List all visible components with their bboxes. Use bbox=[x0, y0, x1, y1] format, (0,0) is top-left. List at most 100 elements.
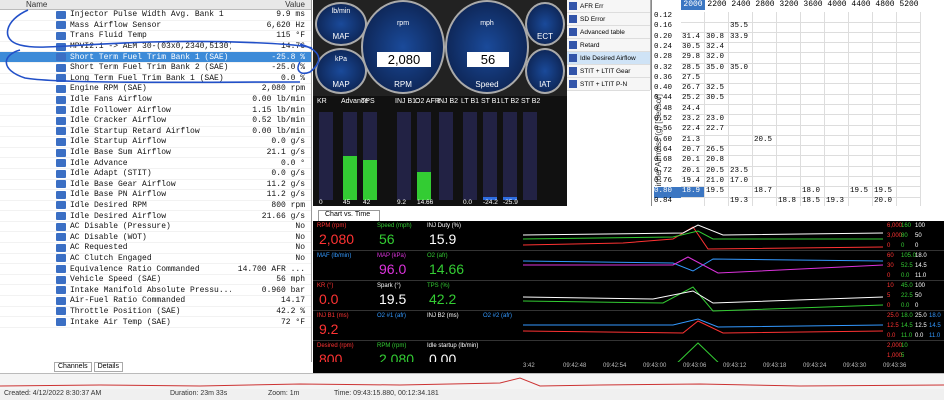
table-cell[interactable] bbox=[705, 197, 729, 206]
table-cell[interactable] bbox=[777, 104, 801, 116]
table-cell[interactable] bbox=[849, 94, 873, 105]
table-cell[interactable] bbox=[849, 84, 873, 95]
table-cell[interactable] bbox=[849, 22, 873, 33]
table-cell[interactable]: 26.5 bbox=[705, 145, 729, 157]
column-header[interactable]: 3600 bbox=[801, 0, 825, 10]
table-cell[interactable] bbox=[777, 156, 801, 167]
column-header[interactable]: 3200 bbox=[777, 0, 801, 10]
table-cell[interactable] bbox=[849, 176, 873, 188]
table-cell[interactable] bbox=[753, 53, 777, 64]
table-cell[interactable] bbox=[777, 145, 801, 157]
menu-item[interactable]: Advanced table bbox=[567, 26, 650, 39]
table-cell[interactable] bbox=[801, 166, 825, 177]
table-cell[interactable] bbox=[849, 135, 873, 147]
table-row[interactable]: Idle Startup Airflow 0.0 g/s bbox=[0, 137, 311, 148]
table-cell[interactable] bbox=[801, 53, 825, 64]
menu-item[interactable]: STIT + LTIT P-N bbox=[567, 78, 650, 91]
table-cell[interactable]: 18.0 bbox=[801, 187, 825, 198]
table-row[interactable]: AC Disable (WOT) No bbox=[0, 232, 311, 244]
table-cell[interactable] bbox=[873, 176, 897, 188]
table-cell[interactable]: 27.5 bbox=[681, 73, 705, 85]
table-cell[interactable]: 19.5 bbox=[849, 187, 873, 198]
table-cell[interactable]: 20.1 bbox=[681, 156, 705, 167]
table-cell[interactable] bbox=[825, 94, 849, 105]
table-cell[interactable] bbox=[753, 22, 777, 33]
table-cell[interactable] bbox=[801, 115, 825, 126]
table-cell[interactable] bbox=[801, 42, 825, 54]
table-cell[interactable] bbox=[897, 197, 921, 206]
table-cell[interactable] bbox=[849, 73, 873, 85]
table-cell[interactable] bbox=[897, 53, 921, 64]
table-cell[interactable] bbox=[897, 156, 921, 167]
table-cell[interactable] bbox=[729, 187, 753, 198]
table-cell[interactable] bbox=[825, 32, 849, 44]
table-cell[interactable] bbox=[705, 73, 729, 85]
table-row[interactable]: Idle Desired RPM 800 rpm bbox=[0, 201, 311, 212]
table-cell[interactable]: 20.5 bbox=[753, 135, 777, 147]
column-header[interactable]: 5200 bbox=[897, 0, 921, 10]
table-cell[interactable] bbox=[873, 166, 897, 177]
tab-channels[interactable]: Channels bbox=[54, 362, 92, 372]
table-cell[interactable] bbox=[873, 42, 897, 54]
column-header[interactable]: 4000 bbox=[825, 0, 849, 10]
table-cell[interactable]: 21.3 bbox=[681, 135, 705, 147]
table-cell[interactable] bbox=[753, 197, 777, 206]
table-row[interactable]: Trans Fluid Temp 115 °F bbox=[0, 31, 311, 42]
table-row[interactable]: Idle Fans Airflow 0.00 lb/min bbox=[0, 95, 311, 106]
column-header[interactable]: 2200 bbox=[705, 0, 729, 10]
menu-item[interactable]: Retard bbox=[567, 39, 650, 52]
table-cell[interactable] bbox=[897, 73, 921, 85]
table-cell[interactable] bbox=[873, 135, 897, 147]
table-row[interactable]: Idle Base Gear Airflow 11.2 g/s bbox=[0, 180, 311, 191]
table-cell[interactable]: 20.8 bbox=[705, 156, 729, 167]
table-cell[interactable] bbox=[897, 176, 921, 188]
table-row[interactable]: Air-Fuel Ratio Commanded 14.17 bbox=[0, 296, 311, 307]
table-cell[interactable] bbox=[777, 115, 801, 126]
tab-details[interactable]: Details bbox=[93, 362, 123, 372]
table-cell[interactable] bbox=[753, 94, 777, 105]
table-cell[interactable] bbox=[729, 12, 753, 23]
table-cell[interactable] bbox=[825, 176, 849, 188]
table-cell[interactable] bbox=[897, 145, 921, 157]
table-row[interactable]: Idle Cracker Airflow 0.52 lb/min bbox=[0, 116, 311, 127]
table-cell[interactable] bbox=[849, 104, 873, 116]
table-cell[interactable] bbox=[873, 104, 897, 116]
table-cell[interactable] bbox=[849, 197, 873, 206]
table-cell[interactable] bbox=[897, 104, 921, 116]
table-cell[interactable] bbox=[825, 166, 849, 177]
table-cell[interactable] bbox=[849, 63, 873, 74]
table-cell[interactable] bbox=[777, 12, 801, 23]
table-cell[interactable] bbox=[825, 145, 849, 157]
table-row[interactable]: Mass Airflow Sensor 6,620 Hz bbox=[0, 21, 311, 32]
table-cell[interactable] bbox=[897, 187, 921, 198]
table-cell[interactable] bbox=[825, 42, 849, 54]
menu-item[interactable]: AFR Err bbox=[567, 0, 650, 13]
table-cell[interactable]: 35.5 bbox=[729, 22, 753, 33]
table-cell[interactable] bbox=[729, 104, 753, 116]
table-cell[interactable] bbox=[825, 115, 849, 126]
table-cell[interactable]: 20.5 bbox=[705, 166, 729, 177]
table-cell[interactable] bbox=[729, 94, 753, 105]
table-cell[interactable] bbox=[681, 12, 705, 23]
table-cell[interactable]: 24.4 bbox=[681, 104, 705, 116]
table-cell[interactable]: 26.7 bbox=[681, 84, 705, 95]
table-cell[interactable]: 18.8 bbox=[777, 197, 801, 206]
table-cell[interactable]: 19.3 bbox=[825, 197, 849, 206]
table-cell[interactable]: 30.5 bbox=[705, 94, 729, 105]
table-row[interactable]: Idle Adapt (STIT) 0.0 g/s bbox=[0, 169, 311, 180]
menu-item[interactable]: SD Error bbox=[567, 13, 650, 26]
table-cell[interactable]: 18.5 bbox=[801, 197, 825, 206]
table-cell[interactable]: 25.2 bbox=[681, 94, 705, 105]
table-cell[interactable] bbox=[897, 94, 921, 105]
table-cell[interactable] bbox=[777, 63, 801, 74]
table-cell[interactable] bbox=[801, 84, 825, 95]
table-cell[interactable] bbox=[777, 32, 801, 44]
table-cell[interactable] bbox=[849, 115, 873, 126]
table-cell[interactable] bbox=[873, 94, 897, 105]
table-cell[interactable] bbox=[825, 12, 849, 23]
table-cell[interactable] bbox=[681, 22, 705, 33]
table-cell[interactable] bbox=[681, 197, 705, 206]
table-row[interactable]: AC Clutch Engaged No bbox=[0, 254, 311, 265]
table-cell[interactable] bbox=[825, 104, 849, 116]
table-cell[interactable] bbox=[777, 94, 801, 105]
